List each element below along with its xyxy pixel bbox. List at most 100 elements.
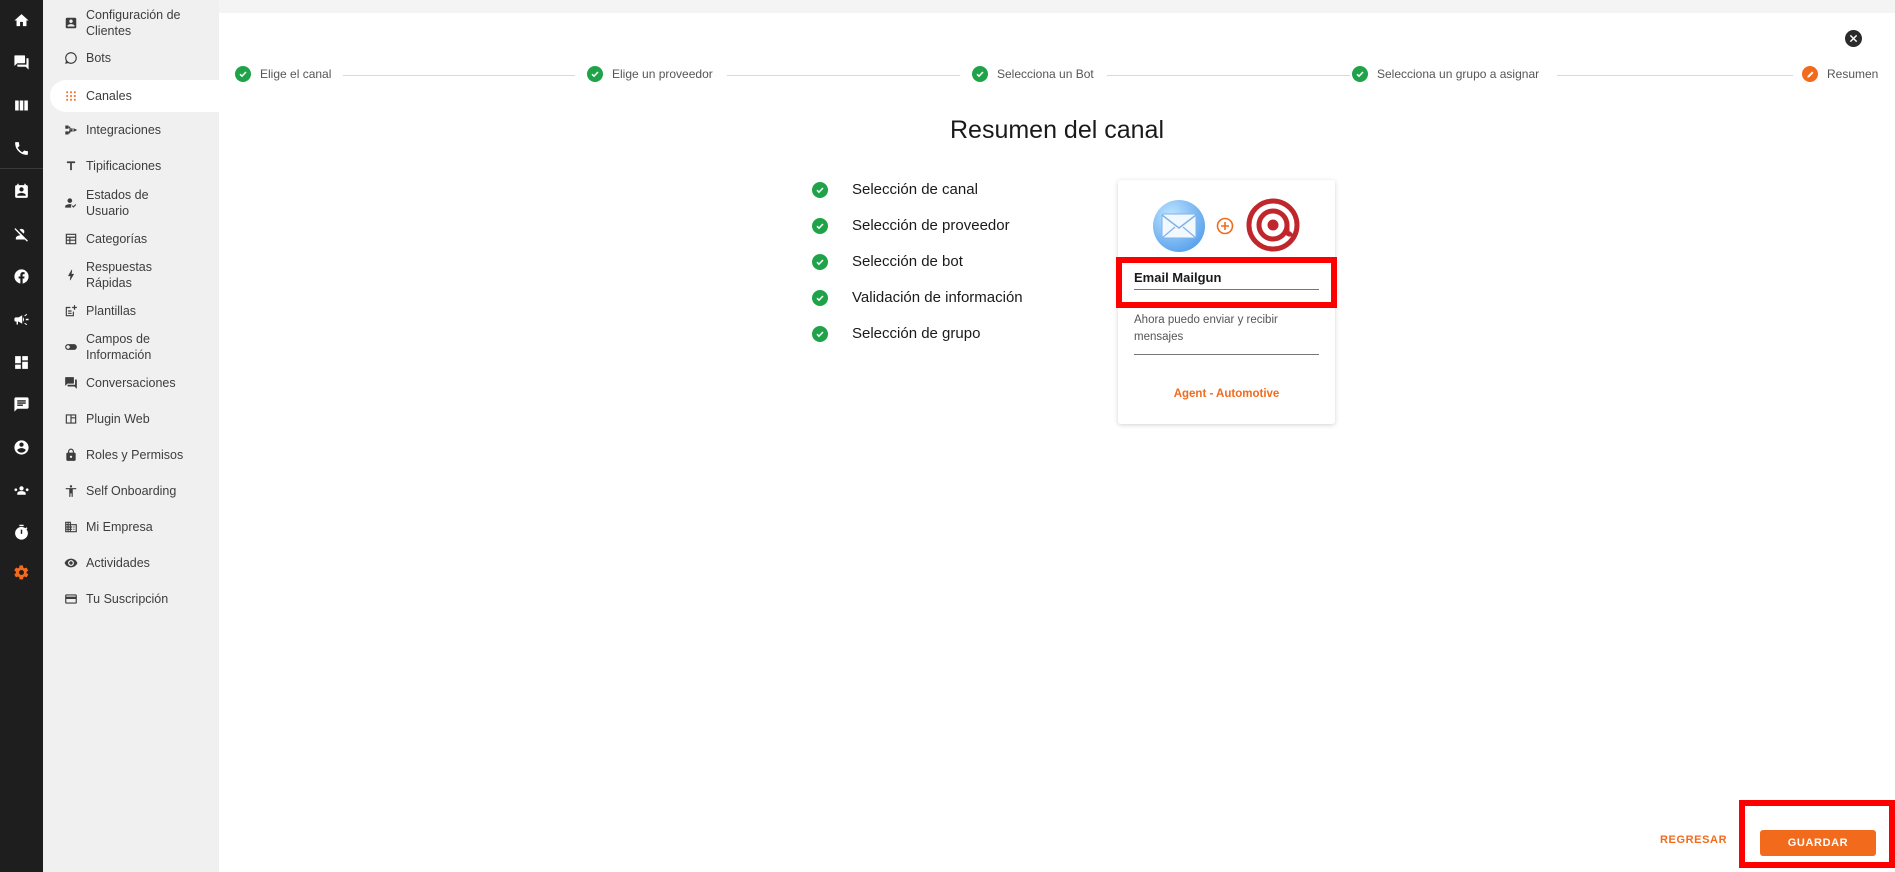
sidebar-item-label: Campos de Información bbox=[86, 332, 152, 362]
sidebar-item-label: Plugin Web bbox=[86, 412, 150, 426]
user-off-icon[interactable] bbox=[0, 219, 43, 249]
check-circle-icon bbox=[1352, 66, 1368, 82]
summary-check-label: Selección de canal bbox=[852, 181, 978, 198]
icon-rail bbox=[0, 0, 43, 872]
bot-icon bbox=[64, 51, 78, 65]
account-icon[interactable] bbox=[0, 432, 43, 462]
sidebar-item-label: Categorías bbox=[86, 232, 148, 246]
settings-sidebar: Configuración de Clientes Bots Canales I… bbox=[43, 0, 242, 872]
sidebar-item-label: Roles y Permisos bbox=[86, 448, 184, 462]
plus-circle-icon bbox=[1216, 217, 1234, 235]
board-icon[interactable] bbox=[0, 90, 43, 120]
summary-check-item: Selección de grupo bbox=[812, 325, 980, 342]
sidebar-item-label: Estados de Usuario bbox=[86, 188, 149, 218]
mailgun-logo-icon bbox=[1246, 198, 1300, 252]
summary-check-item: Selección de proveedor bbox=[812, 217, 1010, 234]
step-selecciona-grupo[interactable]: Selecciona un grupo a asignar bbox=[1352, 66, 1539, 82]
dashboard-icon[interactable] bbox=[0, 347, 43, 377]
save-button[interactable]: GUARDAR bbox=[1760, 830, 1876, 856]
sidebar-item-actividades[interactable]: Actividades bbox=[50, 555, 242, 571]
building-icon bbox=[64, 520, 78, 534]
check-circle-icon bbox=[235, 66, 251, 82]
step-elige-proveedor[interactable]: Elige un proveedor bbox=[587, 66, 713, 82]
summary-check-label: Selección de proveedor bbox=[852, 217, 1010, 234]
sidebar-item-roles-permisos[interactable]: Roles y Permisos bbox=[50, 447, 242, 463]
sidebar-item-label: Configuración de Clientes bbox=[86, 8, 181, 38]
page-title: Resumen del canal bbox=[949, 116, 1164, 144]
settings-icon[interactable] bbox=[0, 557, 43, 587]
sidebar-item-label: Tu Suscripción bbox=[86, 592, 169, 606]
sidebar-item-label: Mi Empresa bbox=[86, 520, 153, 534]
step-connector bbox=[1557, 75, 1793, 76]
step-label: Selecciona un Bot bbox=[997, 67, 1094, 81]
close-icon[interactable] bbox=[1845, 30, 1862, 47]
summary-check-item: Validación de información bbox=[812, 289, 1023, 306]
summary-check-label: Selección de bot bbox=[852, 253, 963, 270]
channels-icon bbox=[64, 89, 78, 103]
timer-icon[interactable] bbox=[0, 517, 43, 547]
email-envelope-icon bbox=[1153, 200, 1205, 252]
sidebar-item-tipificaciones[interactable]: Tipificaciones bbox=[50, 158, 242, 174]
web-plugin-icon bbox=[64, 412, 78, 426]
assigned-group-label: Agent - Automotive bbox=[1173, 388, 1280, 400]
sidebar-item-label: Conversaciones bbox=[86, 376, 176, 390]
sidebar-item-self-onboarding[interactable]: Self Onboarding bbox=[50, 483, 242, 499]
step-elige-canal[interactable]: Elige el canal bbox=[235, 66, 331, 82]
megaphone-icon[interactable] bbox=[0, 304, 43, 334]
template-icon bbox=[64, 304, 78, 318]
highlight-box-channel-name bbox=[1116, 257, 1337, 308]
lock-icon bbox=[64, 448, 78, 462]
credit-card-icon bbox=[64, 592, 78, 606]
sidebar-item-label: Tipificaciones bbox=[86, 159, 162, 173]
step-label: Resumen bbox=[1827, 67, 1879, 81]
sidebar-item-label: Respuestas Rápidas bbox=[86, 260, 153, 290]
sidebar-item-tu-suscripcion[interactable]: Tu Suscripción bbox=[50, 591, 242, 607]
sidebar-item-configuracion-clientes[interactable]: Configuración de Clientes bbox=[50, 7, 242, 39]
chat-icon bbox=[64, 376, 78, 390]
step-label: Selecciona un grupo a asignar bbox=[1377, 67, 1540, 81]
step-connector bbox=[1107, 75, 1350, 76]
text-t-icon bbox=[64, 159, 78, 173]
back-button[interactable]: REGRESAR bbox=[1660, 834, 1727, 846]
summary-check-item: Selección de canal bbox=[812, 181, 978, 198]
step-label: Elige un proveedor bbox=[612, 67, 713, 81]
sidebar-item-conversaciones[interactable]: Conversaciones bbox=[50, 375, 242, 391]
summary-check-label: Validación de información bbox=[852, 289, 1023, 306]
sidebar-item-plantillas[interactable]: Plantillas bbox=[50, 303, 242, 319]
facebook-icon[interactable] bbox=[0, 261, 43, 291]
step-resumen[interactable]: Resumen bbox=[1802, 66, 1878, 82]
phone-icon[interactable] bbox=[0, 133, 43, 163]
step-connector bbox=[727, 75, 960, 76]
sidebar-item-bots[interactable]: Bots bbox=[50, 50, 242, 66]
sidebar-item-categorias[interactable]: Categorías bbox=[50, 231, 242, 247]
toggle-icon bbox=[64, 340, 78, 354]
sidebar-item-mi-empresa[interactable]: Mi Empresa bbox=[50, 519, 242, 535]
sidebar-item-label: Plantillas bbox=[86, 304, 137, 318]
check-circle-icon bbox=[812, 325, 828, 342]
sidebar-item-estados-usuario[interactable]: Estados de Usuario bbox=[50, 187, 242, 219]
contact-card-icon bbox=[64, 16, 78, 30]
home-icon[interactable] bbox=[0, 5, 43, 35]
check-circle-icon bbox=[812, 289, 828, 306]
sidebar-item-canales[interactable]: Canales bbox=[50, 80, 242, 112]
table-icon bbox=[64, 232, 78, 246]
sidebar-item-label: Actividades bbox=[86, 556, 150, 570]
sidebar-item-label: Canales bbox=[86, 89, 132, 103]
step-label: Elige el canal bbox=[260, 67, 332, 81]
channel-description-field[interactable]: Ahora puedo enviar y recibir mensajes bbox=[1134, 312, 1319, 355]
lightning-icon bbox=[64, 268, 78, 282]
notes-icon[interactable] bbox=[0, 389, 43, 419]
sidebar-item-campos-informacion[interactable]: Campos de Información bbox=[50, 331, 242, 363]
summary-check-label: Selección de grupo bbox=[852, 325, 981, 342]
sidebar-item-respuestas-rapidas[interactable]: Respuestas Rápidas bbox=[50, 259, 242, 291]
onboarding-icon bbox=[64, 484, 78, 498]
sidebar-item-integraciones[interactable]: Integraciones bbox=[50, 122, 242, 138]
check-circle-icon bbox=[972, 66, 988, 82]
step-selecciona-bot[interactable]: Selecciona un Bot bbox=[972, 66, 1094, 82]
integrations-icon bbox=[64, 123, 78, 137]
team-icon[interactable] bbox=[0, 475, 43, 505]
check-circle-icon bbox=[812, 253, 828, 270]
contacts-icon[interactable] bbox=[0, 176, 43, 206]
chat-icon[interactable] bbox=[0, 47, 43, 77]
sidebar-item-plugin-web[interactable]: Plugin Web bbox=[50, 411, 242, 427]
